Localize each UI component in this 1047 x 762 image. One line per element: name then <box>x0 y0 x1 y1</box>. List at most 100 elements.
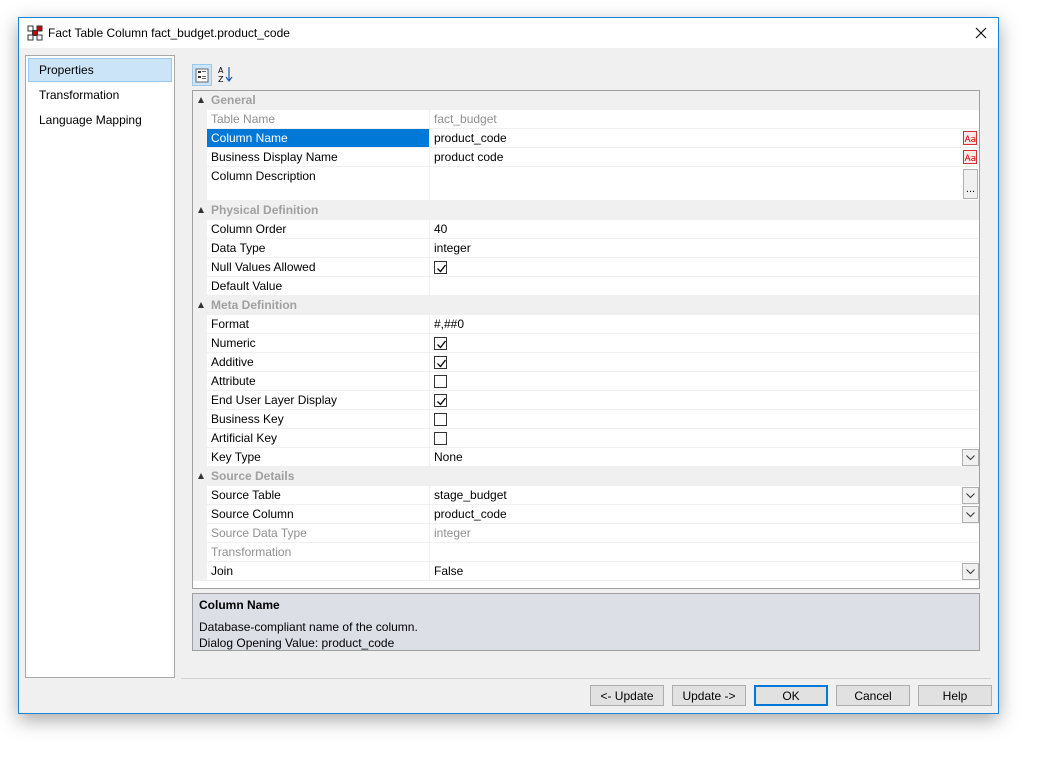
collapse-triangle-icon[interactable] <box>198 302 204 308</box>
property-value[interactable]: ... <box>430 167 979 201</box>
null-values-allowed-checkbox[interactable] <box>434 261 447 274</box>
property-name: Column Order <box>207 220 430 239</box>
checkmark-icon <box>437 397 447 406</box>
fact-table-icon <box>27 25 43 41</box>
business-display-name-value[interactable]: product code <box>434 150 503 164</box>
property-row[interactable]: Column Name product_code Aa <box>193 129 979 148</box>
window-title: Fact Table Column fact_budget.product_co… <box>48 26 290 40</box>
category-label: Physical Definition <box>211 203 319 217</box>
property-value[interactable]: None <box>430 448 979 467</box>
property-value[interactable]: product_code <box>430 505 979 524</box>
property-row[interactable]: Data Type integer <box>193 239 979 258</box>
column-name-value[interactable]: product_code <box>434 131 507 145</box>
business-key-checkbox[interactable] <box>434 413 447 426</box>
property-grid: General Table Name fact_budget Column Na… <box>192 90 980 589</box>
svg-text:A: A <box>218 66 224 75</box>
property-value <box>430 353 979 372</box>
property-row[interactable]: Default Value <box>193 277 979 296</box>
property-name: Business Key <box>207 410 430 429</box>
property-row[interactable]: Join False <box>193 562 979 581</box>
help-button[interactable]: Help <box>918 685 992 706</box>
category-label: Source Details <box>211 469 295 483</box>
category-meta-definition[interactable]: Meta Definition <box>193 296 979 315</box>
property-row[interactable]: Source Data Type integer <box>193 524 979 543</box>
property-row[interactable]: Artificial Key <box>193 429 979 448</box>
collapse-triangle-icon[interactable] <box>198 473 204 479</box>
property-value <box>430 334 979 353</box>
property-row[interactable]: Source Table stage_budget <box>193 486 979 505</box>
property-row[interactable]: Format #,##0 <box>193 315 979 334</box>
close-icon <box>975 27 987 39</box>
property-value <box>430 410 979 429</box>
font-aa-icon[interactable]: Aa <box>963 131 977 145</box>
property-row[interactable]: Column Order 40 <box>193 220 979 239</box>
help-panel: Column Name Database-compliant name of t… <box>192 593 980 651</box>
ok-button[interactable]: OK <box>754 685 828 706</box>
dropdown-button[interactable] <box>962 563 979 580</box>
property-value[interactable]: #,##0 <box>430 315 979 334</box>
checkmark-icon <box>437 359 447 368</box>
property-name: End User Layer Display <box>207 391 430 410</box>
property-row[interactable]: Business Key <box>193 410 979 429</box>
property-value[interactable]: product_code Aa <box>430 129 979 148</box>
end-user-layer-display-checkbox[interactable] <box>434 394 447 407</box>
property-row[interactable]: Business Display Name product code Aa <box>193 148 979 167</box>
property-value[interactable]: integer <box>430 239 979 258</box>
collapse-triangle-icon[interactable] <box>198 207 204 213</box>
property-row[interactable]: Key Type None <box>193 448 979 467</box>
category-general[interactable]: General <box>193 91 979 110</box>
category-physical-definition[interactable]: Physical Definition <box>193 201 979 220</box>
cancel-button[interactable]: Cancel <box>836 685 910 706</box>
source-table-value[interactable]: stage_budget <box>434 488 507 502</box>
nav-item-properties[interactable]: Properties <box>28 58 172 82</box>
property-value: fact_budget <box>430 110 979 129</box>
property-name: Default Value <box>207 277 430 296</box>
prev-update-button[interactable]: <- Update <box>590 685 664 706</box>
source-column-value[interactable]: product_code <box>434 507 507 521</box>
category-label: General <box>211 93 256 107</box>
categorized-button[interactable] <box>192 64 212 86</box>
close-button[interactable] <box>964 18 998 48</box>
artificial-key-checkbox[interactable] <box>434 432 447 445</box>
property-row[interactable]: Column Description ... <box>193 167 979 201</box>
ellipsis-button[interactable]: ... <box>963 169 978 199</box>
chevron-down-icon <box>966 511 975 517</box>
property-row[interactable]: Numeric <box>193 334 979 353</box>
property-row[interactable]: Table Name fact_budget <box>193 110 979 129</box>
property-value: integer <box>430 524 979 543</box>
property-value[interactable] <box>430 277 979 296</box>
category-source-details[interactable]: Source Details <box>193 467 979 486</box>
chevron-down-icon <box>966 454 975 460</box>
next-update-button[interactable]: Update -> <box>672 685 746 706</box>
property-row[interactable]: Transformation <box>193 543 979 562</box>
join-value[interactable]: False <box>434 564 463 578</box>
property-value <box>430 258 979 277</box>
font-aa-icon[interactable]: Aa <box>963 150 977 164</box>
property-name: Data Type <box>207 239 430 258</box>
property-name: Column Description <box>207 167 430 201</box>
property-row[interactable]: Null Values Allowed <box>193 258 979 277</box>
attribute-checkbox[interactable] <box>434 375 447 388</box>
collapse-triangle-icon[interactable] <box>198 97 204 103</box>
dropdown-button[interactable] <box>962 487 979 504</box>
dropdown-button[interactable] <box>962 449 979 466</box>
property-value[interactable]: False <box>430 562 979 581</box>
property-row[interactable]: Source Column product_code <box>193 505 979 524</box>
property-value[interactable]: 40 <box>430 220 979 239</box>
property-row[interactable]: End User Layer Display <box>193 391 979 410</box>
property-value[interactable]: product code Aa <box>430 148 979 167</box>
property-value[interactable]: stage_budget <box>430 486 979 505</box>
key-type-value[interactable]: None <box>434 450 463 464</box>
nav-item-transformation[interactable]: Transformation <box>28 83 172 107</box>
property-name: Additive <box>207 353 430 372</box>
sort-alphabetical-button[interactable]: A Z <box>216 64 236 86</box>
property-row[interactable]: Additive <box>193 353 979 372</box>
property-row[interactable]: Attribute <box>193 372 979 391</box>
property-name[interactable]: Column Name <box>207 129 430 148</box>
numeric-checkbox[interactable] <box>434 337 447 350</box>
sort-alphabetical-icon: A Z <box>218 66 233 84</box>
additive-checkbox[interactable] <box>434 356 447 369</box>
dropdown-button[interactable] <box>962 506 979 523</box>
property-name: Join <box>207 562 430 581</box>
nav-item-language-mapping[interactable]: Language Mapping <box>28 108 172 132</box>
